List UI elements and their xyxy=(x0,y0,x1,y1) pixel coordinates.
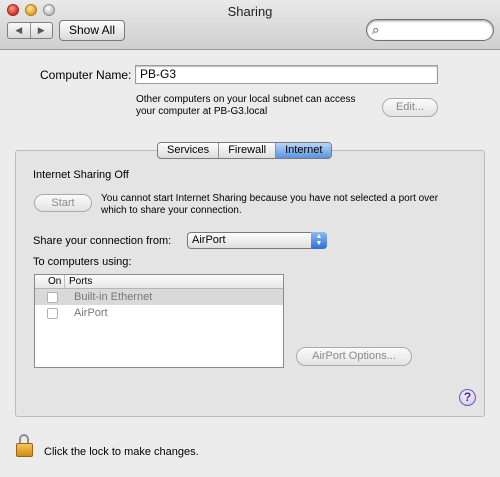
tab-firewall[interactable]: Firewall xyxy=(219,143,277,158)
sharing-message-line2: which to share your connection. xyxy=(101,205,242,216)
search-input[interactable]: ⌕ xyxy=(366,19,494,41)
forward-button[interactable]: ▶ xyxy=(31,23,53,38)
computer-info-line1: Other computers on your local subnet can… xyxy=(136,94,356,105)
help-icon[interactable]: ? xyxy=(459,389,476,406)
lock-message: Click the lock to make changes. xyxy=(44,446,199,458)
port-checkbox-airport[interactable] xyxy=(47,307,58,319)
sharing-message-line1: You cannot start Internet Sharing becaus… xyxy=(101,193,439,204)
edit-button[interactable]: Edit... xyxy=(382,98,438,117)
show-all-button[interactable]: Show All xyxy=(59,20,125,41)
airport-options-button[interactable]: AirPort Options... xyxy=(296,347,412,366)
tab-bar: Services Firewall Internet xyxy=(157,142,333,159)
computer-info-line2: your computer at PB-G3.local xyxy=(136,106,268,117)
column-header-ports[interactable]: Ports xyxy=(65,275,92,288)
share-from-popup[interactable]: AirPort ▲ ▼ xyxy=(187,232,327,249)
computer-name-value: PB-G3 xyxy=(140,67,177,81)
tab-services[interactable]: Services xyxy=(158,143,220,158)
back-button[interactable]: ◀ xyxy=(8,23,31,38)
port-name: Built-in Ethernet xyxy=(74,291,153,303)
search-icon: ⌕ xyxy=(372,22,380,37)
tab-internet[interactable]: Internet xyxy=(276,143,332,158)
back-forward-control: ◀ ▶ xyxy=(7,22,53,39)
sharing-status: Internet Sharing Off xyxy=(33,169,129,181)
computer-name-field[interactable]: PB-G3 xyxy=(135,65,438,84)
to-computers-label: To computers using: xyxy=(33,256,132,268)
column-header-on[interactable]: On xyxy=(35,275,65,288)
port-checkbox-built-in-ethernet[interactable] xyxy=(47,291,58,303)
start-button[interactable]: Start xyxy=(34,194,92,212)
window-titlebar: Sharing ◀ ▶ Show All ⌕ xyxy=(0,0,500,50)
share-from-value: AirPort xyxy=(192,234,226,246)
ports-table-header: On Ports xyxy=(35,275,283,289)
computer-name-label: Computer Name: xyxy=(40,68,132,82)
share-from-label: Share your connection from: xyxy=(33,235,172,247)
table-row[interactable]: AirPort xyxy=(35,305,283,321)
port-name: AirPort xyxy=(74,307,108,319)
table-row[interactable]: Built-in Ethernet xyxy=(35,289,283,305)
lock-icon[interactable] xyxy=(16,434,34,458)
window-title: Sharing xyxy=(227,4,273,19)
popup-arrows-icon: ▲ ▼ xyxy=(311,232,327,249)
ports-table: On Ports Built-in Ethernet AirPort xyxy=(34,274,284,368)
